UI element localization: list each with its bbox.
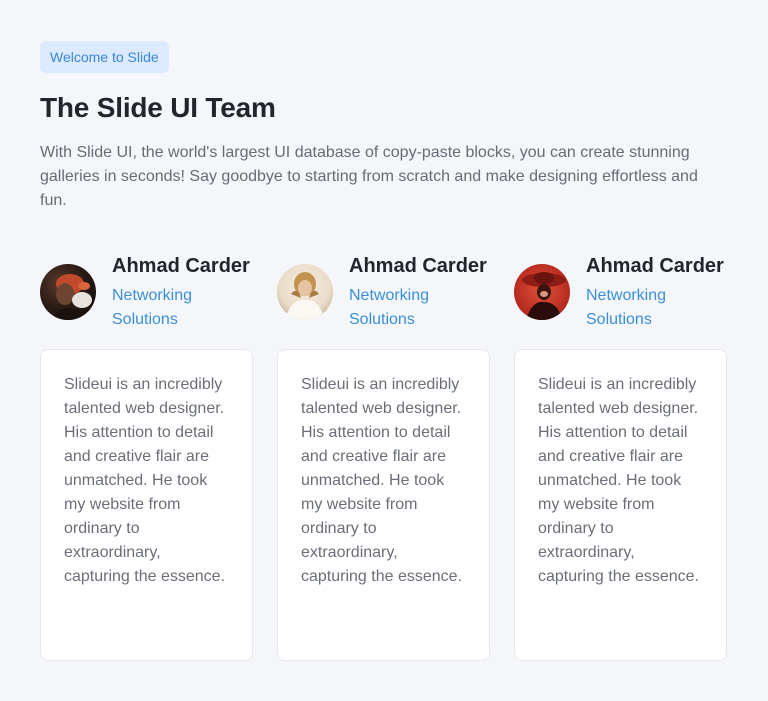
testimonial-text: Slideui is an incredibly talented web de… <box>301 376 462 585</box>
team-member-card: Ahmad Carder Networking Solutions Slideu… <box>514 252 727 661</box>
team-section: Welcome to Slide The Slide UI Team With … <box>0 0 768 701</box>
team-member-card: Ahmad Carder Networking Solutions Slideu… <box>277 252 490 661</box>
avatar <box>40 264 96 320</box>
member-role: Networking Solutions <box>349 287 430 328</box>
avatar <box>277 264 333 320</box>
testimonial-text: Slideui is an incredibly talented web de… <box>64 376 225 585</box>
avatar <box>514 264 570 320</box>
team-member-meta: Ahmad Carder Networking Solutions <box>586 252 724 332</box>
team-member-meta: Ahmad Carder Networking Solutions <box>112 252 250 332</box>
testimonial-card: Slideui is an incredibly talented web de… <box>277 349 490 661</box>
member-name: Ahmad Carder <box>586 255 724 277</box>
team-grid: Ahmad Carder Networking Solutions Slideu… <box>40 252 727 661</box>
member-name: Ahmad Carder <box>349 255 487 277</box>
testimonial-text: Slideui is an incredibly talented web de… <box>538 376 699 585</box>
team-member-meta: Ahmad Carder Networking Solutions <box>349 252 487 332</box>
member-role: Networking Solutions <box>112 287 193 328</box>
testimonial-card: Slideui is an incredibly talented web de… <box>40 349 253 661</box>
team-member-card: Ahmad Carder Networking Solutions Slideu… <box>40 252 253 661</box>
team-member-header: Ahmad Carder Networking Solutions <box>514 252 727 349</box>
welcome-badge: Welcome to Slide <box>40 41 169 73</box>
team-member-header: Ahmad Carder Networking Solutions <box>40 252 253 349</box>
page-title: The Slide UI Team <box>40 92 276 123</box>
member-name: Ahmad Carder <box>112 255 250 277</box>
section-description: With Slide UI, the world's largest UI da… <box>40 144 698 209</box>
team-member-header: Ahmad Carder Networking Solutions <box>277 252 490 349</box>
member-role: Networking Solutions <box>586 287 667 328</box>
testimonial-card: Slideui is an incredibly talented web de… <box>514 349 727 661</box>
